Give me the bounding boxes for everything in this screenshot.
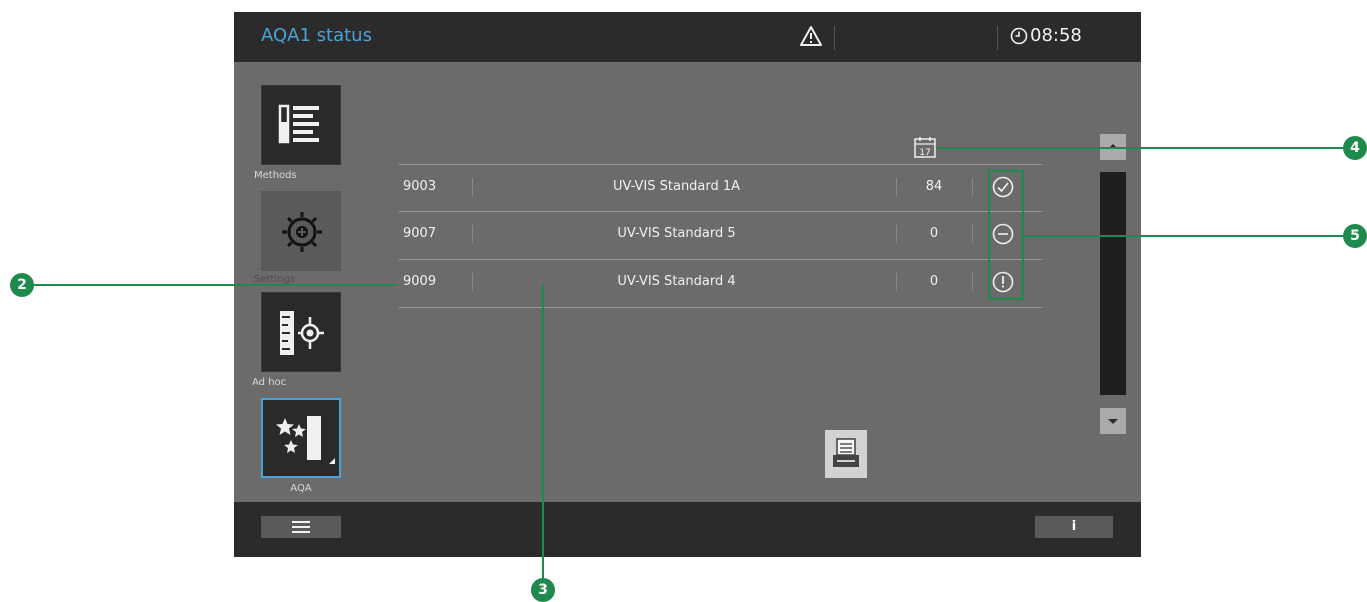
cell-separator (972, 273, 973, 291)
callout-badge-5: 5 (1343, 224, 1367, 248)
row-count: 0 (929, 226, 939, 241)
warning-triangle-icon[interactable] (800, 26, 822, 46)
calendar-day: 17 (919, 148, 930, 158)
row-count: 84 (925, 179, 943, 194)
gear-icon (282, 212, 322, 252)
table-row[interactable]: 9007 UV-VIS Standard 5 0 (399, 211, 1042, 258)
printer-icon (833, 438, 859, 467)
adhoc-icon (280, 311, 324, 355)
nav-adhoc-button[interactable] (261, 292, 341, 372)
print-button[interactable] (825, 430, 867, 478)
scrollbar-track[interactable] (1100, 172, 1126, 395)
nav-methods-button[interactable] (261, 85, 341, 165)
table-row[interactable]: 9009 UV-VIS Standard 4 0 (399, 259, 1042, 306)
nav-settings-button[interactable] (261, 191, 341, 271)
aqa-stars-icon (276, 416, 335, 464)
title-separator (834, 26, 835, 50)
nav-aqa-label: AQA (290, 483, 312, 494)
bottom-bar (234, 502, 1141, 557)
callout-line (937, 147, 1355, 149)
hamburger-menu-icon (292, 521, 310, 533)
cell-separator (896, 178, 897, 196)
cell-separator (972, 225, 973, 243)
callout-line (542, 284, 544, 580)
calendar-icon: 17 (914, 137, 936, 158)
nav-aqa-button[interactable] (261, 398, 341, 478)
nav-adhoc-label: Ad hoc (252, 377, 287, 388)
cell-separator (896, 225, 897, 243)
title-separator (997, 26, 998, 50)
clock-icon (1010, 27, 1028, 45)
scroll-down-button[interactable] (1100, 408, 1126, 434)
callout-line (1024, 235, 1355, 237)
callout-badge-3: 3 (531, 578, 555, 602)
row-name: UV-VIS Standard 4 (617, 274, 736, 289)
row-name: UV-VIS Standard 5 (617, 226, 736, 241)
callout-line (22, 284, 397, 286)
clock-time: 08:58 (1030, 25, 1082, 46)
cell-separator (972, 178, 973, 196)
row-name: UV-VIS Standard 1A (612, 179, 741, 194)
title-bar: AQA1 status 08:58 (234, 12, 1141, 62)
callout-badge-2: 2 (10, 273, 34, 297)
table-divider (399, 307, 1042, 308)
info-button[interactable]: i (1035, 516, 1113, 538)
menu-button[interactable] (261, 516, 341, 538)
methods-icon (278, 104, 319, 144)
row-count: 0 (929, 274, 939, 289)
cell-separator (896, 273, 897, 291)
chevron-down-icon (1108, 419, 1118, 424)
callout-badge-4: 4 (1343, 136, 1367, 160)
nav-methods-label: Methods (254, 170, 297, 181)
table-row[interactable]: 9003 UV-VIS Standard 1A 84 (399, 164, 1042, 211)
page-title: AQA1 status (261, 25, 372, 46)
status-column-highlight (988, 170, 1024, 300)
